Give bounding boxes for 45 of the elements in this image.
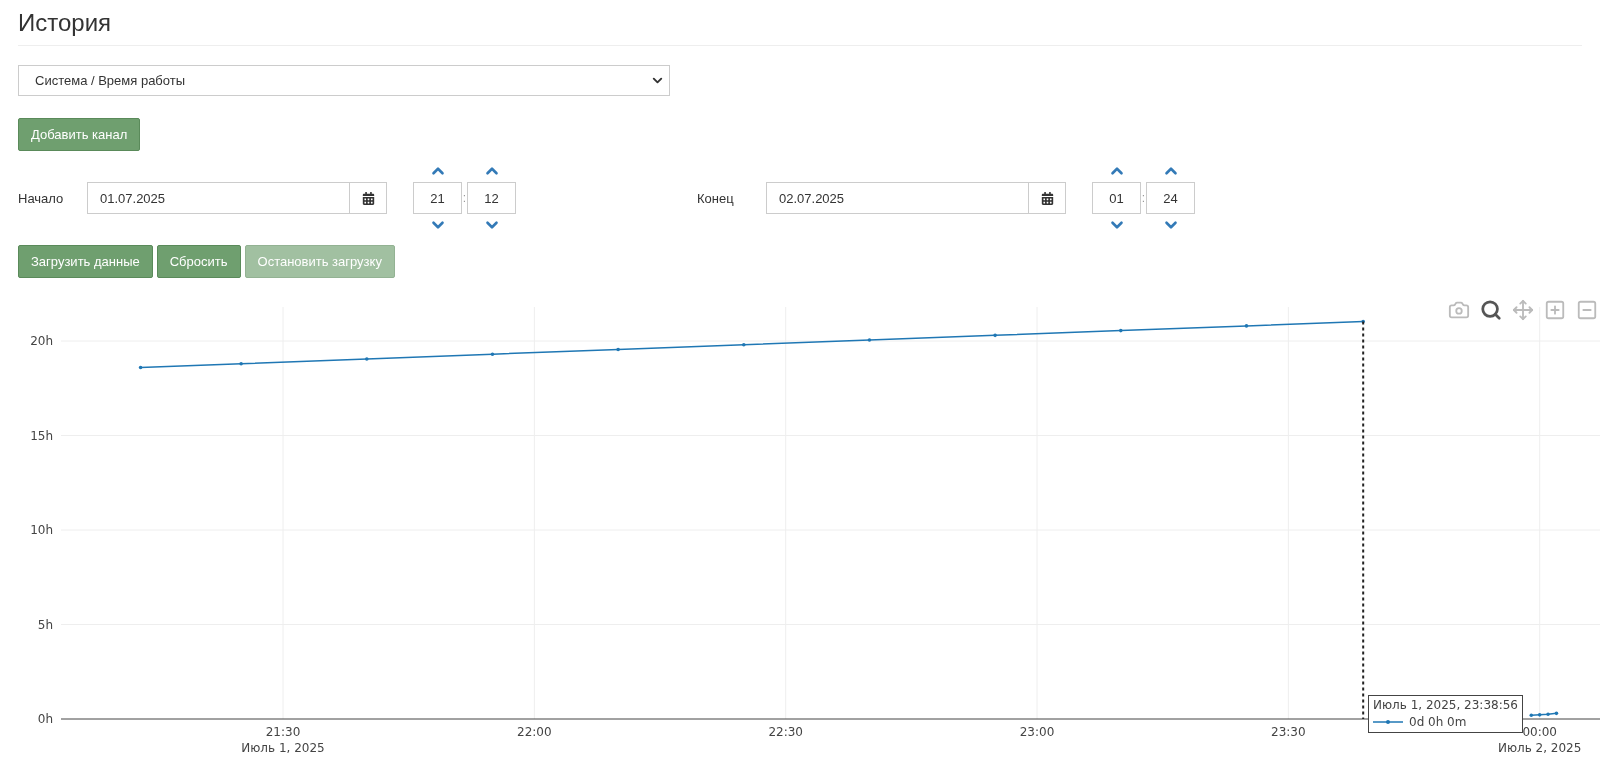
time-field[interactable]: 01 bbox=[1092, 182, 1141, 214]
date-field[interactable]: 02.07.2025 bbox=[766, 182, 1029, 214]
time-field[interactable]: 12 bbox=[467, 182, 516, 214]
y-tick-label: 15h bbox=[30, 428, 53, 443]
x-date-label: Июль 1, 2025 bbox=[241, 741, 325, 755]
x-tick-label: 23:30 bbox=[1271, 725, 1306, 739]
field-label: Начало bbox=[18, 190, 65, 206]
data-point bbox=[138, 365, 143, 370]
x-tick-label: 23:00 bbox=[1019, 725, 1055, 739]
page-title: История bbox=[18, 0, 1582, 46]
zoom-icon[interactable] bbox=[1478, 297, 1504, 323]
data-point bbox=[1529, 713, 1534, 717]
y-tick-label: 5h bbox=[37, 617, 53, 632]
data-point bbox=[365, 357, 369, 361]
data-point bbox=[1546, 712, 1550, 717]
data-point bbox=[742, 343, 746, 347]
field-label: Конец bbox=[697, 190, 735, 206]
calendar-icon[interactable] bbox=[350, 182, 387, 214]
time-separator: : bbox=[462, 191, 467, 205]
data-point bbox=[1119, 328, 1123, 333]
y-tick-label: 20h bbox=[30, 334, 53, 348]
data-point bbox=[1361, 319, 1365, 324]
calendar-icon[interactable] bbox=[1029, 182, 1066, 214]
x-date-label: Июль 2, 2025 bbox=[1497, 741, 1582, 755]
y-tick-label: 0h bbox=[37, 712, 53, 726]
y-tick-label: 10h bbox=[30, 523, 53, 537]
date-field[interactable]: 01.07.2025 bbox=[87, 182, 350, 214]
data-point bbox=[867, 338, 872, 342]
tooltip-value: 0d 0h 0m bbox=[1409, 715, 1467, 729]
data-point bbox=[993, 333, 997, 338]
tooltip-title: Июль 1, 2025, 23:38:56 bbox=[1373, 698, 1518, 712]
time-separator: : bbox=[1141, 191, 1146, 205]
x-tick-label: 22:00 bbox=[517, 725, 552, 739]
legend-line-icon bbox=[1373, 719, 1403, 725]
x-tick-label: 21:30 bbox=[265, 725, 301, 739]
data-point bbox=[1244, 324, 1249, 328]
data-point bbox=[490, 352, 495, 357]
data-point bbox=[239, 361, 243, 366]
x-tick-label: 22:30 bbox=[768, 725, 803, 739]
x-tick-label: 00:00 bbox=[1522, 725, 1557, 739]
channel-select[interactable]: Система / Время работы bbox=[18, 65, 670, 96]
data-point bbox=[1554, 711, 1559, 716]
time-field[interactable]: 24 bbox=[1146, 182, 1195, 214]
time-field[interactable]: 21 bbox=[413, 182, 462, 214]
data-point bbox=[1537, 713, 1542, 717]
